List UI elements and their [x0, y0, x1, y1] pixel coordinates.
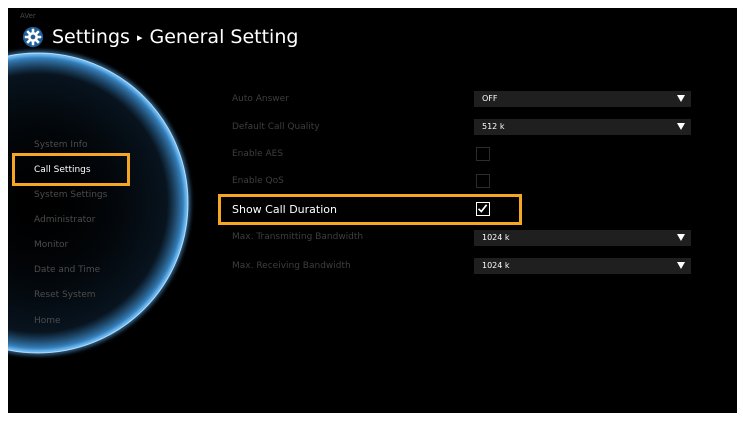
general-setting-title: General Setting	[149, 26, 299, 48]
enable-aes-label: Enable AES	[232, 149, 284, 159]
sidebar-item-administrator[interactable]: Administrator	[34, 215, 95, 225]
sidebar-item-reset-system[interactable]: Reset System	[34, 290, 96, 300]
sidebar-item-system-info[interactable]: System Info	[34, 140, 87, 150]
max-receiving-bandwidth-value: 1024 k	[482, 261, 510, 270]
auto-answer-value: OFF	[482, 94, 498, 103]
max-transmitting-bandwidth-label: Max. Transmitting Bandwidth	[232, 232, 364, 242]
auto-answer-dropdown[interactable]: OFF	[474, 91, 691, 107]
sidebar-item-home[interactable]: Home	[34, 316, 61, 326]
max-transmitting-bandwidth-dropdown[interactable]: 1024 k	[474, 230, 691, 246]
call-settings-highlight	[12, 153, 130, 186]
dropdown-arrow-icon	[677, 234, 685, 241]
page-title: Settings ▸ General Setting	[22, 26, 298, 48]
enable-qos-label: Enable QoS	[232, 176, 284, 186]
dropdown-arrow-icon	[677, 262, 685, 269]
brand-logo: AVer	[20, 12, 36, 20]
dropdown-arrow-icon	[677, 95, 685, 102]
sidebar-item-monitor[interactable]: Monitor	[34, 240, 68, 250]
settings-title: Settings	[52, 26, 130, 48]
gear-icon	[22, 26, 44, 48]
max-transmitting-bandwidth-value: 1024 k	[482, 233, 510, 242]
enable-qos-checkbox[interactable]	[476, 174, 490, 188]
enable-aes-checkbox[interactable]	[476, 147, 490, 161]
max-receiving-bandwidth-label: Max. Receiving Bandwidth	[232, 261, 351, 271]
dropdown-arrow-icon	[677, 123, 685, 130]
max-receiving-bandwidth-dropdown[interactable]: 1024 k	[474, 258, 691, 274]
auto-answer-label: Auto Answer	[232, 94, 289, 104]
show-call-duration-highlight	[218, 194, 522, 225]
default-call-quality-value: 512 k	[482, 122, 505, 131]
sidebar-item-system-settings[interactable]: System Settings	[34, 190, 107, 200]
default-call-quality-label: Default Call Quality	[232, 122, 320, 132]
breadcrumb-arrow-icon: ▸	[136, 30, 143, 44]
sidebar-item-date-and-time[interactable]: Date and Time	[34, 265, 100, 275]
settings-screen: AVer Settings ▸ General Setting System I…	[8, 8, 737, 413]
default-call-quality-dropdown[interactable]: 512 k	[474, 119, 691, 135]
